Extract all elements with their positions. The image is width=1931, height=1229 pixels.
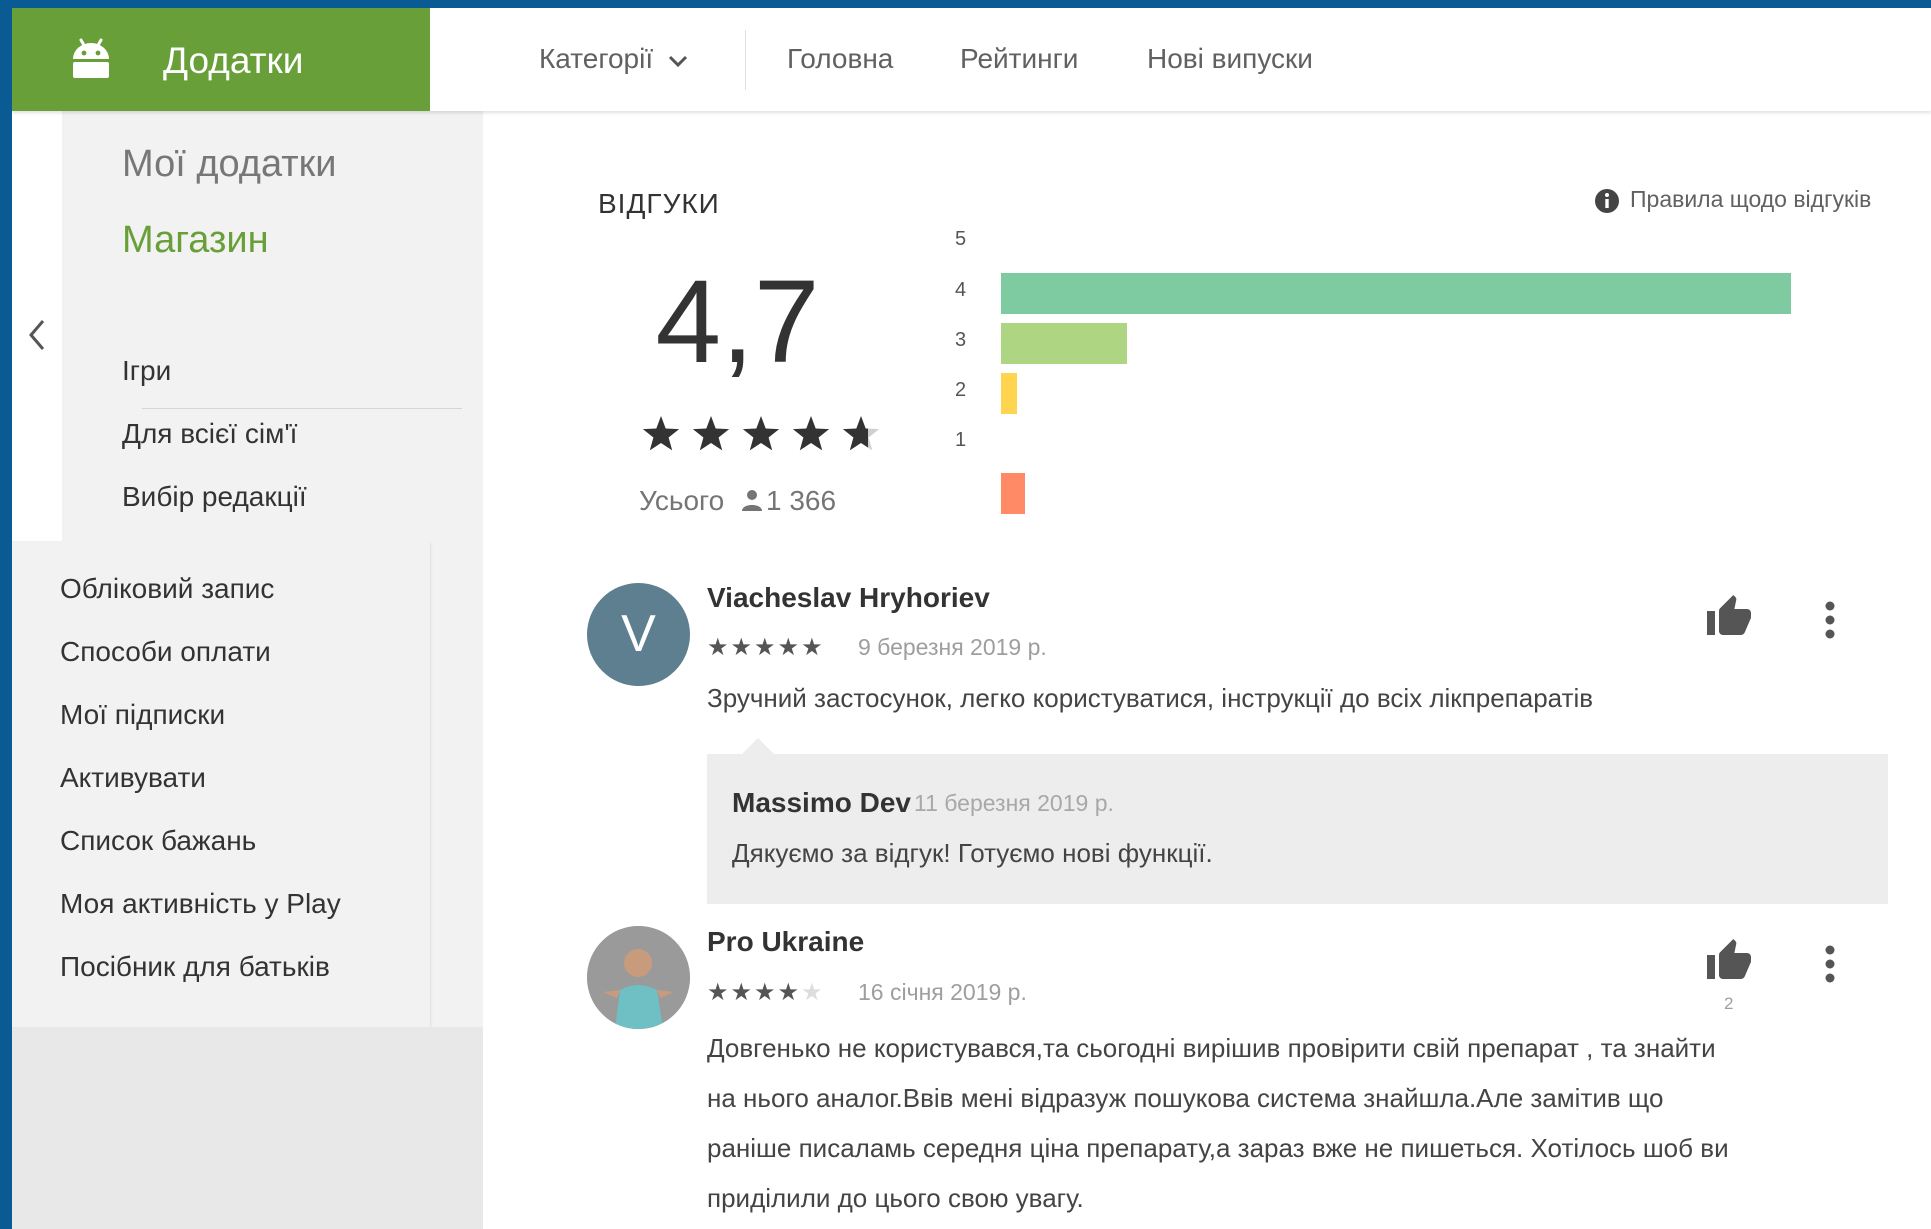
sidebar-item-account[interactable]: Обліковий запис — [60, 573, 274, 605]
reviews-title: ВІДГУКИ — [598, 188, 720, 219]
page: Додатки Категорії Головна Рейтинги Нові … — [12, 8, 1931, 1229]
avatar[interactable]: V — [587, 583, 690, 686]
review-date: 9 березня 2019 р. — [858, 634, 1047, 660]
person-photo-icon — [587, 926, 690, 1029]
info-icon — [1595, 188, 1619, 213]
sidebar-my-apps[interactable]: Мої додатки — [122, 143, 337, 186]
reviews-card: ВІДГУКИ Правила щодо відгуків 4,7 Усього… — [483, 111, 1931, 1229]
nav-divider — [745, 30, 746, 90]
nav-home[interactable]: Головна — [787, 43, 893, 75]
reply-author: Massimo Dev — [732, 787, 911, 818]
sidebar-item-parent-guide[interactable]: Посібник для батьків — [60, 951, 330, 983]
sidebar-item-games[interactable]: Ігри — [122, 355, 171, 387]
review-text: Зручний застосунок, легко користуватися,… — [707, 683, 1594, 713]
top-bar: Додатки Категорії Головна Рейтинги Нові … — [12, 8, 1931, 111]
average-stars — [642, 416, 880, 451]
sidebar-store[interactable]: Магазин — [122, 219, 269, 262]
star-icon: ★ — [754, 979, 778, 1006]
star-icon — [742, 416, 780, 451]
chevron-left-icon[interactable] — [25, 317, 49, 353]
review-text-line: раніше писаламь середня ціна препарату,а… — [707, 1133, 1729, 1163]
thumb-up-icon[interactable] — [1705, 937, 1753, 985]
sidebar-collapse-strip — [12, 111, 62, 541]
review-stars: ★★★★★ — [707, 978, 825, 1007]
star-icon — [642, 416, 680, 451]
review-author[interactable]: Pro Ukraine — [707, 926, 864, 958]
nav-categories[interactable]: Категорії — [539, 43, 689, 75]
star-icon: ★ — [707, 979, 731, 1006]
reply-text: Дякуємо за відгук! Готуємо нові функції. — [732, 838, 1213, 868]
person-icon — [741, 490, 762, 511]
star-icon: ★ — [707, 634, 731, 661]
histogram-label-4: 4 — [955, 279, 967, 301]
star-icon — [792, 416, 830, 451]
reply-date: 11 березня 2019 р. — [914, 790, 1114, 816]
review-text-line: на нього аналог.Ввів мені відразуж пошук… — [707, 1083, 1664, 1113]
apps-brand[interactable]: Додатки — [12, 8, 430, 111]
nav-categories-label: Категорії — [539, 43, 654, 74]
histogram-label-2: 2 — [955, 379, 967, 401]
sidebar-item-family[interactable]: Для всієї сім'ї — [122, 418, 297, 450]
histogram-bar-3 — [1001, 373, 1017, 414]
review-policy-link[interactable]: Правила щодо відгуків — [1594, 186, 1871, 214]
histogram-bar-1 — [1001, 473, 1025, 514]
star-icon: ★ — [777, 979, 802, 1006]
review-stars: ★★★★★ — [707, 633, 825, 662]
histogram-label-5: 5 — [955, 228, 967, 250]
total-count: 1 366 — [765, 485, 837, 516]
total-ratings: Усього 1 366 — [483, 485, 992, 517]
avatar[interactable] — [587, 926, 690, 1029]
account-panel: Обліковий запис Способи оплати Мої підпи… — [12, 541, 430, 1027]
more-vert-icon[interactable] — [1824, 945, 1836, 985]
review-author[interactable]: Viacheslav Hryhoriev — [707, 582, 990, 614]
sidebar-divider — [142, 408, 462, 409]
sidebar-item-play-activity[interactable]: Моя активність у Play — [60, 888, 341, 920]
total-label: Усього — [638, 485, 725, 516]
sidebar-background — [12, 1027, 483, 1229]
histogram-label-3: 3 — [955, 329, 967, 351]
sidebar-item-redeem[interactable]: Активувати — [60, 762, 206, 794]
review-text-line: Довгенько не користувався,та сьогодні ви… — [707, 1033, 1716, 1063]
star-icon: ★ — [754, 634, 778, 661]
chevron-down-icon — [668, 55, 687, 67]
histogram-label-1: 1 — [955, 429, 967, 451]
star-icon: ★ — [801, 634, 825, 661]
nav-new-releases[interactable]: Нові випуски — [1147, 43, 1313, 75]
star-icon — [692, 416, 730, 451]
review-policy-label: Правила щодо відгуків — [1630, 186, 1872, 212]
android-icon — [73, 38, 109, 78]
star-icon: ★ — [801, 979, 825, 1006]
review-text-line: приділили до цього свою увагу. — [707, 1183, 1084, 1213]
more-vert-icon[interactable] — [1824, 601, 1836, 641]
review-date: 16 січня 2019 р. — [858, 979, 1027, 1005]
sidebar-item-subscriptions[interactable]: Мої підписки — [60, 699, 225, 731]
star-icon: ★ — [730, 979, 755, 1006]
thumb-up-icon[interactable] — [1705, 593, 1753, 641]
helpful-count: 2 — [1724, 994, 1734, 1013]
reply-notch — [741, 738, 775, 755]
nav-ratings[interactable]: Рейтинги — [960, 43, 1078, 75]
star-icon: ★ — [730, 634, 755, 661]
sidebar-item-wishlist[interactable]: Список бажань — [60, 825, 256, 857]
histogram-bar-4 — [1001, 323, 1127, 364]
sidebar-item-payment-methods[interactable]: Способи оплати — [60, 636, 271, 668]
star-icon: ★ — [777, 634, 802, 661]
average-rating: 4,7 — [655, 256, 820, 388]
star-icon — [842, 416, 880, 451]
developer-reply: Massimo Dev 11 березня 2019 р. Дякуємо з… — [707, 754, 1888, 904]
histogram-bar-5 — [1001, 273, 1791, 314]
brand-label: Додатки — [163, 40, 304, 81]
sidebar-item-editors-choice[interactable]: Вибір редакції — [122, 481, 307, 513]
store-panel: Мої додатки Магазин Ігри Для всієї сім'ї… — [62, 111, 462, 541]
